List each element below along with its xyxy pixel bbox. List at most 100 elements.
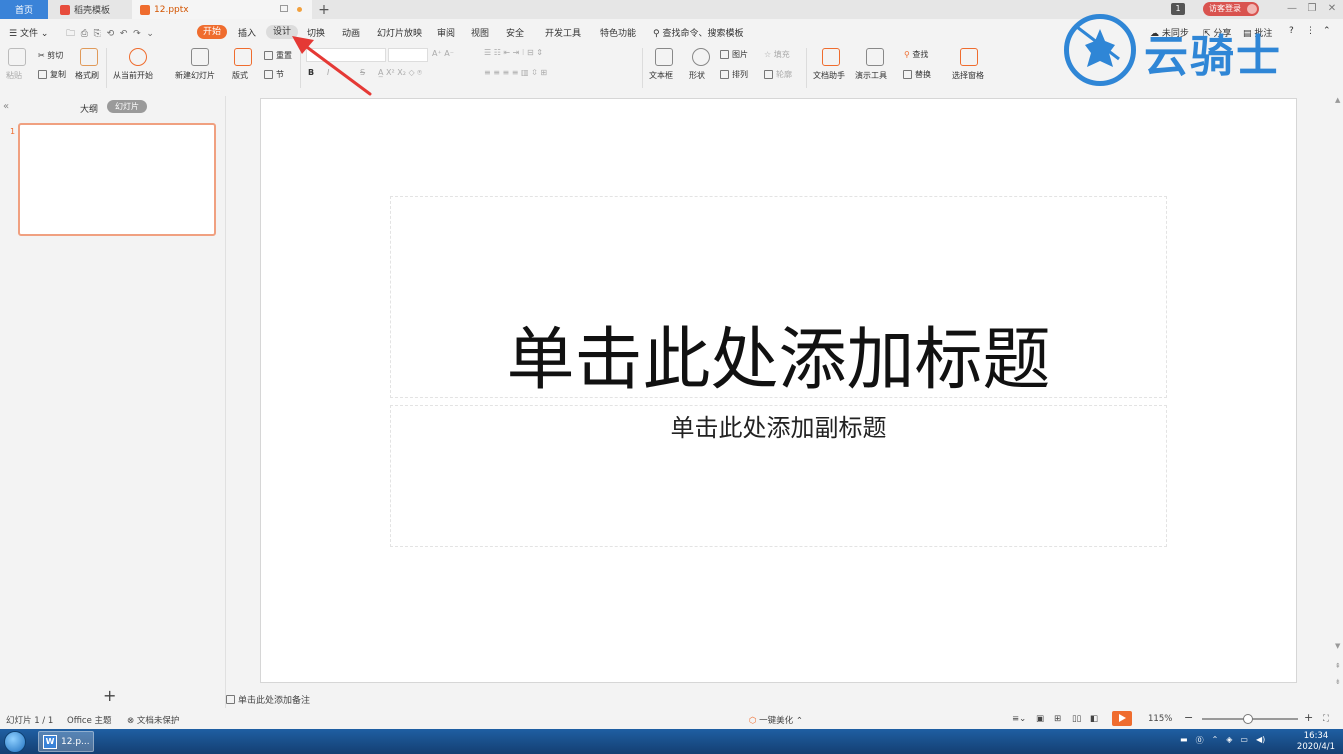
list-tools-icons[interactable]: ☰ ☷ ⇤ ⇥ ⁝ ⊟ ⇕ (484, 48, 543, 57)
scissors-icon: ✂ (38, 51, 45, 60)
fit-window-icon[interactable]: ⛶ (1323, 714, 1329, 724)
layout-icon[interactable] (234, 48, 252, 66)
scroll-up-icon[interactable]: ▲ (1335, 96, 1340, 104)
volume-icon[interactable]: ◀) (1256, 735, 1265, 746)
play-from-current-button[interactable]: 从当前开始 (113, 70, 153, 81)
zoom-level[interactable]: 115% (1148, 714, 1172, 724)
tab-outline[interactable]: 大纲 (80, 102, 98, 115)
slide-title-text[interactable]: 单击此处添加标题 (390, 304, 1167, 403)
zoom-out-icon[interactable]: − (1184, 711, 1193, 724)
clock-time: 16:34 (1303, 731, 1329, 741)
shape-button[interactable]: 形状 (689, 70, 705, 81)
copy-button[interactable]: 复制 (38, 69, 66, 80)
docer-icon (60, 4, 70, 15)
taskbar-clock[interactable]: 16:34 2020/4/1 (1293, 731, 1339, 753)
align-tools-icons[interactable]: ≡ ≡ ≡ ≡ ▥ ⇳ ⊞ (484, 68, 547, 77)
paste-icon[interactable] (8, 48, 26, 66)
selection-pane-icon[interactable] (960, 48, 978, 66)
menu-start[interactable]: 开始 (197, 25, 227, 39)
scroll-down-icon[interactable]: ▼ (1335, 642, 1340, 650)
reading-view-icon[interactable]: ▯▯ (1072, 714, 1081, 724)
format-painter-button[interactable]: 格式刷 (75, 70, 99, 81)
normal-view-icon[interactable]: ▣ (1036, 714, 1044, 724)
paste-button[interactable]: 粘贴 (6, 70, 22, 81)
shape-icon[interactable] (692, 48, 710, 66)
network-icon[interactable]: ▬ (1180, 735, 1188, 746)
fill-label: 填充 (773, 50, 790, 59)
command-search[interactable]: ⚲ 查找命令、搜索模板 (653, 26, 743, 39)
font-size-select[interactable] (388, 48, 428, 62)
slide-subtitle-text[interactable]: 单击此处添加副标题 (390, 408, 1167, 443)
shield-icon: ⊗ (127, 716, 135, 726)
replace-label: 替换 (915, 70, 931, 79)
notes-area[interactable]: 单击此处添加备注 (226, 693, 310, 706)
outline-button[interactable]: 轮廓 (764, 69, 792, 80)
format-painter-icon[interactable] (80, 48, 98, 66)
monitor-icon[interactable] (280, 5, 288, 12)
presentation-tools-icon[interactable] (866, 48, 884, 66)
notes-toggle-icon[interactable]: ≡⌄ (1012, 714, 1026, 724)
presentation-tools-button[interactable]: 演示工具 (855, 70, 887, 81)
new-tab-button[interactable]: + (316, 0, 332, 19)
menu-features[interactable]: 特色功能 (600, 26, 636, 39)
layout-button[interactable]: 版式 (232, 70, 248, 81)
collapse-pane-icon[interactable]: « (3, 101, 9, 112)
menu-insert[interactable]: 插入 (238, 26, 256, 39)
sorter-view-icon[interactable]: ⊞ (1054, 714, 1061, 724)
menu-slideshow[interactable]: 幻灯片放映 (377, 26, 422, 39)
windows-start-icon[interactable] (4, 731, 26, 753)
cut-button[interactable]: ✂ 剪切 (38, 50, 63, 61)
new-slide-icon[interactable] (191, 48, 209, 66)
collapse-ribbon-icon[interactable]: ⌃ (1323, 26, 1331, 36)
menu-file[interactable]: ☰ 文件 ⌄ (9, 26, 48, 39)
menu-view[interactable]: 视图 (471, 26, 489, 39)
network-status-icon[interactable]: ▭ (1240, 735, 1248, 746)
security-tray-icon[interactable]: ◈ (1226, 735, 1232, 746)
menu-developer[interactable]: 开发工具 (545, 26, 581, 39)
tab-slides[interactable]: 幻灯片 (107, 100, 147, 113)
menu-security[interactable]: 安全 (506, 26, 524, 39)
arrange-button[interactable]: 排列 (720, 69, 748, 80)
help-tray-icon[interactable]: ⓪ (1196, 735, 1204, 746)
taskbar-app-label: 12.p... (61, 736, 90, 747)
protection-status[interactable]: ⊗ 文档未保护 (127, 714, 179, 726)
textbox-icon[interactable] (655, 48, 673, 66)
quick-access-toolbar[interactable]: 🗀 ⎙ ⎘ ⟲ ↶ ↷ ⌄ (66, 26, 154, 42)
replace-button[interactable]: 替换 (903, 69, 931, 80)
ribbon-separator (806, 48, 807, 88)
logo-text: 云骑士 (1144, 31, 1282, 82)
fill-button[interactable]: ☆ 填充 (764, 49, 790, 60)
add-slide-button[interactable]: + (103, 686, 116, 705)
play-slideshow-button[interactable] (1112, 711, 1132, 726)
tab-home[interactable]: 首页 (0, 0, 48, 19)
presenter-view-icon[interactable]: ◧ (1090, 714, 1098, 724)
font-grow-shrink-icon[interactable]: A⁺ A⁻ (432, 49, 454, 58)
red-arrow-annotation (292, 36, 372, 96)
page-up-icon[interactable]: ⇞ (1335, 662, 1341, 670)
close-icon[interactable]: ✕ (1324, 2, 1340, 16)
slide-thumbnail[interactable] (18, 123, 216, 236)
zoom-in-icon[interactable]: + (1304, 711, 1313, 724)
taskbar-wps-app[interactable]: W 12.p... (38, 731, 94, 752)
tab-document[interactable]: 12.pptx (132, 0, 312, 19)
vertical-scrollbar[interactable]: ▲ ▼ ⇞ ⇟ (1334, 96, 1343, 708)
theme-name[interactable]: Office 主题 (67, 714, 112, 726)
play-from-current-icon[interactable] (129, 48, 147, 66)
tab-docer-template[interactable]: 稻壳模板 (52, 0, 130, 19)
selection-pane-button[interactable]: 选择窗格 (952, 70, 984, 81)
slide-count: 幻灯片 1 / 1 (6, 716, 54, 726)
beautify-button[interactable]: ⬡ 一键美化 ⌃ (749, 714, 803, 726)
doc-helper-icon[interactable] (822, 48, 840, 66)
menu-review[interactable]: 审阅 (437, 26, 455, 39)
doc-helper-button[interactable]: 文档助手 (813, 70, 845, 81)
notes-placeholder: 单击此处添加备注 (238, 696, 311, 706)
unsaved-dot-icon (297, 7, 302, 12)
picture-button[interactable]: 图片 (720, 49, 748, 60)
text-tools-icons[interactable]: A̲ X² X₂ ◇ ⍟ (378, 68, 422, 78)
tray-expand-icon[interactable]: ⌃ (1212, 735, 1219, 746)
page-down-icon[interactable]: ⇟ (1335, 678, 1341, 686)
textbox-button[interactable]: 文本框 (649, 70, 673, 81)
new-slide-button[interactable]: 新建幻灯片 (175, 70, 215, 81)
find-button[interactable]: ⚲ 查找 (904, 49, 928, 60)
picture-icon (720, 50, 729, 59)
